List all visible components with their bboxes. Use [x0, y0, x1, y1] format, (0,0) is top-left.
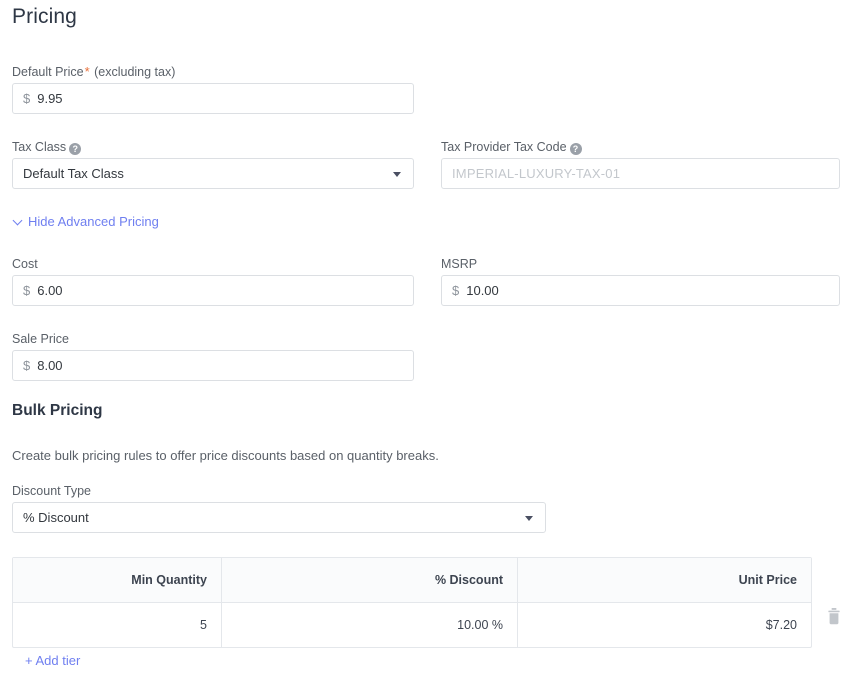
tax-provider-tax-code-placeholder: IMPERIAL-LUXURY-TAX-01 — [452, 166, 621, 181]
bulk-pricing-table: Min Quantity % Discount Unit Price 5 10.… — [12, 557, 812, 648]
tax-provider-tax-code-label-text: Tax Provider Tax Code — [441, 140, 567, 154]
msrp-label: MSRP — [441, 257, 478, 271]
tax-provider-tax-code-input[interactable]: IMPERIAL-LUXURY-TAX-01 — [441, 158, 840, 189]
pricing-page: Pricing Default Price* (excluding tax) $… — [0, 0, 850, 674]
cell-discount[interactable]: 10.00 % — [221, 603, 517, 647]
column-header-min-quantity: Min Quantity — [131, 573, 207, 587]
bulk-pricing-title: Bulk Pricing — [12, 402, 103, 419]
column-header-unit-price: Unit Price — [517, 558, 811, 602]
default-price-label: Default Price* (excluding tax) — [12, 64, 175, 80]
default-price-label-text: Default Price — [12, 65, 84, 79]
tax-provider-tax-code-label: Tax Provider Tax Code? — [441, 139, 582, 155]
tax-class-value: Default Tax Class — [23, 166, 124, 181]
currency-symbol: $ — [452, 283, 460, 298]
table-row: 5 10.00 % $7.20 — [13, 603, 811, 647]
cost-label: Cost — [12, 257, 38, 271]
help-circle-icon[interactable]: ? — [69, 143, 82, 155]
default-price-value: 9.95 — [37, 91, 63, 106]
tax-class-label: Tax Class? — [12, 139, 82, 155]
cost-input[interactable]: $ 6.00 — [12, 275, 414, 306]
tax-class-label-text: Tax Class — [12, 140, 67, 154]
cost-value: 6.00 — [37, 283, 63, 298]
required-asterisk: * — [84, 64, 90, 79]
help-circle-icon[interactable]: ? — [569, 143, 582, 155]
chevron-down-icon — [525, 515, 533, 521]
sale-price-value: 8.00 — [37, 358, 63, 373]
hide-advanced-pricing-toggle[interactable]: Hide Advanced Pricing — [12, 214, 159, 229]
table-header-row: Min Quantity % Discount Unit Price — [13, 558, 811, 603]
msrp-value: 10.00 — [466, 283, 499, 298]
cell-min-quantity[interactable]: 5 — [13, 603, 221, 647]
trash-icon[interactable] — [827, 608, 841, 625]
discount-type-value: % Discount — [23, 510, 89, 525]
discount-type-label: Discount Type — [12, 484, 91, 498]
tax-class-select[interactable]: Default Tax Class — [12, 158, 414, 189]
currency-symbol: $ — [23, 283, 31, 298]
bulk-pricing-description: Create bulk pricing rules to offer price… — [12, 448, 439, 463]
chevron-down-icon — [12, 215, 23, 226]
add-tier-button[interactable]: + Add tier — [25, 653, 80, 668]
default-price-input[interactable]: $ 9.95 — [12, 83, 414, 114]
default-price-label-suffix: (excluding tax) — [94, 65, 176, 79]
currency-symbol: $ — [23, 91, 31, 106]
chevron-down-icon — [393, 171, 401, 177]
msrp-input[interactable]: $ 10.00 — [441, 275, 840, 306]
sale-price-label: Sale Price — [12, 332, 69, 346]
currency-symbol: $ — [23, 358, 31, 373]
page-title: Pricing — [12, 5, 77, 28]
sale-price-input[interactable]: $ 8.00 — [12, 350, 414, 381]
discount-type-select[interactable]: % Discount — [12, 502, 546, 533]
hide-advanced-pricing-label: Hide Advanced Pricing — [28, 214, 159, 229]
cell-unit-price: $7.20 — [517, 603, 811, 647]
column-header-discount: % Discount — [221, 558, 517, 602]
